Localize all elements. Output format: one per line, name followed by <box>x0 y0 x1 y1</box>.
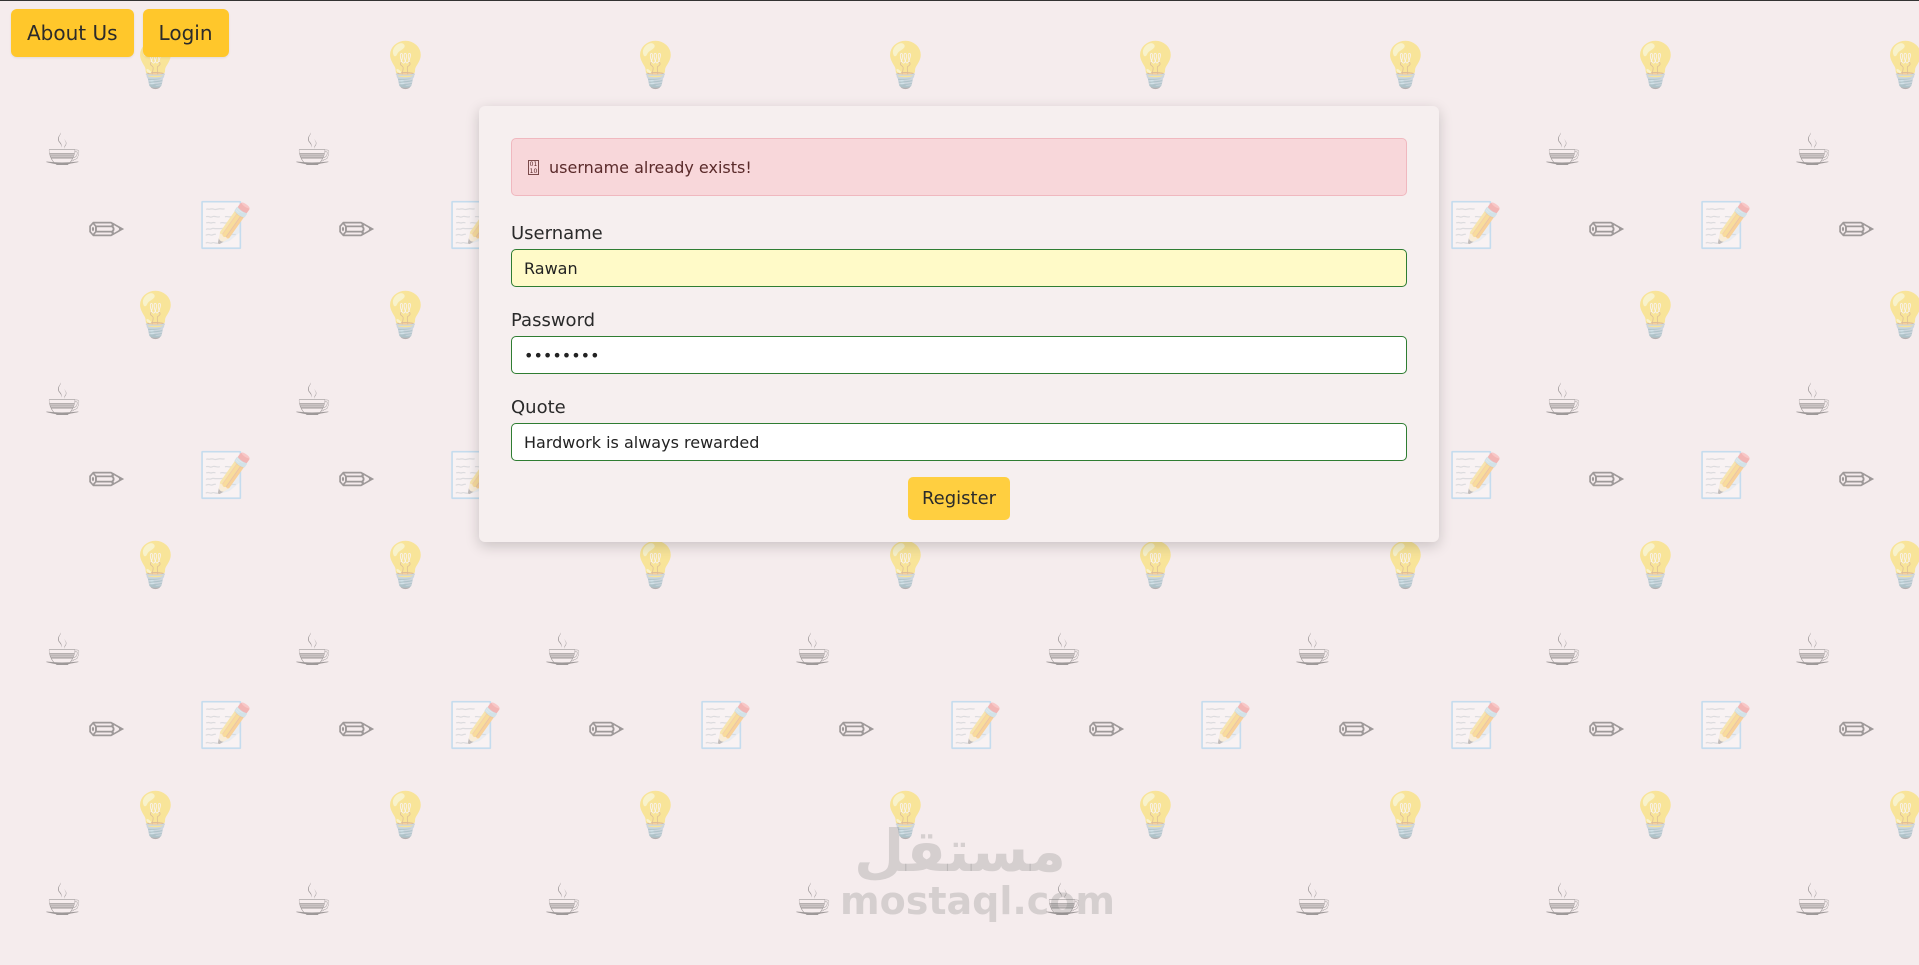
lightbulb-icon: 💡 <box>628 790 683 841</box>
lightbulb-icon: 💡 <box>1378 40 1433 91</box>
lightbulb-icon: 💡 <box>878 540 933 591</box>
coffee-cup-icon: ☕ <box>543 875 583 926</box>
lightbulb-icon: 💡 <box>378 790 433 841</box>
notepad-icon: 📝 <box>448 700 503 751</box>
lightbulb-icon: 💡 <box>128 790 183 841</box>
pencil-icon: ✏ <box>1838 455 1875 506</box>
coffee-cup-icon: ☕ <box>1543 125 1583 176</box>
notepad-icon: 📝 <box>1198 700 1253 751</box>
coffee-cup-icon: ☕ <box>1043 875 1083 926</box>
pencil-icon: ✏ <box>838 705 875 756</box>
lightbulb-icon: 💡 <box>1128 540 1183 591</box>
watermark-latin: mostaql.com <box>840 879 1116 923</box>
coffee-cup-icon: ☕ <box>793 875 833 926</box>
lightbulb-icon: 💡 <box>878 40 933 91</box>
pencil-icon: ✏ <box>1588 705 1625 756</box>
pencil-icon: ✏ <box>88 705 125 756</box>
lightbulb-icon: 💡 <box>378 290 433 341</box>
coffee-cup-icon: ☕ <box>43 125 83 176</box>
coffee-cup-icon: ☕ <box>293 125 333 176</box>
lightbulb-icon: 💡 <box>1628 40 1683 91</box>
quote-input[interactable] <box>511 423 1407 461</box>
coffee-cup-icon: ☕ <box>1543 375 1583 426</box>
pencil-icon: ✏ <box>1338 705 1375 756</box>
coffee-cup-icon: ☕ <box>793 625 833 676</box>
pencil-icon: ✏ <box>338 455 375 506</box>
coffee-cup-icon: ☕ <box>1293 875 1333 926</box>
pencil-icon: ✏ <box>88 205 125 256</box>
lightbulb-icon: 💡 <box>1878 790 1919 841</box>
pencil-icon: ✏ <box>1588 205 1625 256</box>
lightbulb-icon: 💡 <box>128 290 183 341</box>
lightbulb-icon: 💡 <box>1128 790 1183 841</box>
coffee-cup-icon: ☕ <box>293 625 333 676</box>
alert-message: username already exists! <box>549 157 752 177</box>
coffee-cup-icon: ☕ <box>1043 625 1083 676</box>
coffee-cup-icon: ☕ <box>1793 375 1833 426</box>
lightbulb-icon: 💡 <box>1878 540 1919 591</box>
pencil-icon: ✏ <box>1838 205 1875 256</box>
notepad-icon: 📝 <box>198 700 253 751</box>
lightbulb-icon: 💡 <box>1378 540 1433 591</box>
username-input[interactable] <box>511 249 1407 287</box>
error-alert: 01 10 username already exists! <box>511 138 1407 196</box>
watermark: مستقل mostaql.com <box>840 817 1116 923</box>
notepad-icon: 📝 <box>1698 700 1753 751</box>
lightbulb-icon: 💡 <box>628 40 683 91</box>
notepad-icon: 📝 <box>1448 700 1503 751</box>
lightbulb-icon: 💡 <box>1628 790 1683 841</box>
coffee-cup-icon: ☕ <box>1793 125 1833 176</box>
watermark-arabic: مستقل <box>853 817 1067 885</box>
pencil-icon: ✏ <box>588 705 625 756</box>
pencil-icon: ✏ <box>88 455 125 506</box>
lightbulb-icon: 💡 <box>1628 290 1683 341</box>
lightbulb-icon: 💡 <box>1878 40 1919 91</box>
notepad-icon: 📝 <box>1698 450 1753 501</box>
lightbulb-icon: 💡 <box>378 40 433 91</box>
coffee-cup-icon: ☕ <box>293 875 333 926</box>
password-label: Password <box>511 310 596 331</box>
quote-label: Quote <box>511 397 566 418</box>
lightbulb-icon: 💡 <box>1878 290 1919 341</box>
username-label: Username <box>511 223 603 244</box>
lightbulb-icon: 💡 <box>1628 540 1683 591</box>
coffee-cup-icon: ☕ <box>43 625 83 676</box>
lightbulb-icon: 💡 <box>1378 790 1433 841</box>
coffee-cup-icon: ☕ <box>543 625 583 676</box>
pencil-icon: ✏ <box>1588 455 1625 506</box>
top-navigation: About Us Login <box>11 9 229 57</box>
coffee-cup-icon: ☕ <box>43 375 83 426</box>
lightbulb-icon: 💡 <box>878 790 933 841</box>
coffee-cup-icon: ☕ <box>293 375 333 426</box>
notepad-icon: 📝 <box>198 450 253 501</box>
register-button-wrap: Register <box>511 477 1407 520</box>
lightbulb-icon: 💡 <box>1128 40 1183 91</box>
pencil-icon: ✏ <box>338 705 375 756</box>
login-button[interactable]: Login <box>142 9 229 57</box>
notepad-icon: 📝 <box>198 200 253 251</box>
warning-icon: 01 10 <box>528 159 539 175</box>
coffee-cup-icon: ☕ <box>1293 625 1333 676</box>
about-us-button[interactable]: About Us <box>11 9 134 57</box>
password-input[interactable] <box>511 336 1407 374</box>
coffee-cup-icon: ☕ <box>43 875 83 926</box>
pencil-icon: ✏ <box>338 205 375 256</box>
coffee-cup-icon: ☕ <box>1543 875 1583 926</box>
lightbulb-icon: 💡 <box>378 540 433 591</box>
notepad-icon: 📝 <box>948 700 1003 751</box>
pencil-icon: ✏ <box>1088 705 1125 756</box>
lightbulb-icon: 💡 <box>128 540 183 591</box>
notepad-icon: 📝 <box>1448 200 1503 251</box>
notepad-icon: 📝 <box>1448 450 1503 501</box>
pencil-icon: ✏ <box>1838 705 1875 756</box>
coffee-cup-icon: ☕ <box>1543 625 1583 676</box>
notepad-icon: 📝 <box>1698 200 1753 251</box>
lightbulb-icon: 💡 <box>628 540 683 591</box>
coffee-cup-icon: ☕ <box>1793 625 1833 676</box>
coffee-cup-icon: ☕ <box>1793 875 1833 926</box>
register-button[interactable]: Register <box>907 477 1011 520</box>
register-card: 0110 username already exists! Username P… <box>479 106 1439 542</box>
notepad-icon: 📝 <box>698 700 753 751</box>
